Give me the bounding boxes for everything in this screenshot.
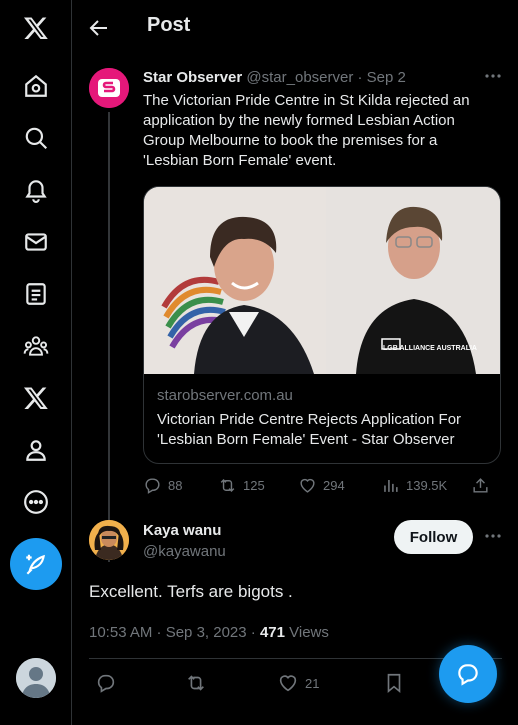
author-name[interactable]: Star Observer [143, 69, 242, 86]
bookmark-button[interactable] [383, 672, 405, 694]
account-avatar[interactable] [16, 658, 56, 698]
more-options-icon[interactable] [483, 526, 503, 546]
compose-button[interactable] [10, 538, 62, 590]
messages-fab[interactable] [439, 645, 497, 703]
more-options-icon[interactable] [483, 66, 503, 86]
premium-icon[interactable] [18, 380, 54, 416]
share-icon [473, 478, 488, 493]
photo-right: LGB ALLIANCE AUSTRALIA [326, 187, 500, 374]
views-button[interactable]: 139.5K [381, 476, 447, 495]
card-image: LGB ALLIANCE AUSTRALIA [144, 187, 500, 374]
repost-button[interactable]: 125 [218, 476, 265, 495]
heart-icon [300, 478, 315, 493]
reply-button[interactable] [95, 672, 117, 694]
like-button[interactable]: 21 [277, 672, 319, 694]
share-button[interactable] [471, 476, 490, 495]
reply-button[interactable]: 88 [143, 476, 182, 495]
sidebar-nav [0, 0, 72, 725]
reply-icon [145, 478, 160, 494]
heart-icon [279, 675, 297, 692]
divider [89, 658, 502, 659]
shirt-text: LGB ALLIANCE AUSTRALIA [383, 345, 477, 352]
like-button[interactable]: 294 [298, 476, 345, 495]
lists-icon[interactable] [18, 276, 54, 312]
repost-button[interactable] [185, 672, 207, 694]
timestamp-text: 10:53 AM · Sep 3, 2023 · [89, 624, 260, 641]
author-handle[interactable]: @kayawanu [143, 543, 226, 560]
page-title: Post [147, 14, 191, 36]
tweet-date[interactable]: · Sep 2 [358, 69, 406, 86]
star-observer-avatar[interactable] [89, 68, 129, 108]
author-handle[interactable]: @star_observer [246, 69, 353, 86]
tweet-text: Excellent. Terfs are bigots . [89, 582, 293, 601]
chat-bubble-icon [458, 664, 478, 686]
notifications-icon[interactable] [18, 172, 54, 208]
view-count: 139.5K [406, 478, 448, 493]
compose-icon [26, 554, 45, 575]
card-title: Victorian Pride Centre Rejects Applicati… [157, 411, 462, 448]
tweet-text: The Victorian Pride Centre in St Kilda r… [143, 92, 470, 169]
reply-count: 88 [168, 478, 183, 493]
bookmark-icon [387, 673, 401, 694]
home-icon[interactable] [18, 68, 54, 104]
follow-button[interactable]: Follow [394, 520, 473, 554]
parent-tweet-header: Star Observer @star_observer · Sep 2 [143, 69, 406, 86]
card-domain: starobserver.com.au [157, 387, 293, 404]
tweet-timestamp[interactable]: 10:53 AM · Sep 3, 2023 · 471 Views [89, 624, 329, 641]
back-arrow-icon[interactable] [87, 16, 111, 40]
views-count: 471 [259, 624, 285, 641]
link-card[interactable]: LGB ALLIANCE AUSTRALIA starobserver.com.… [143, 186, 501, 464]
author-name[interactable]: Kaya wanu [143, 522, 221, 539]
views-label: Views [284, 624, 329, 641]
like-count: 21 [305, 675, 320, 691]
thread-line [108, 112, 110, 562]
photo-left [144, 187, 326, 374]
messages-icon[interactable] [18, 224, 54, 260]
repost-count: 125 [243, 478, 265, 493]
search-icon[interactable] [18, 120, 54, 156]
repost-icon [220, 478, 235, 493]
analytics-icon [384, 479, 398, 492]
profile-icon[interactable] [18, 432, 54, 468]
parent-tweet-actions: 88 125 294 139.5K [143, 476, 491, 500]
repost-icon [188, 675, 204, 691]
kaya-wanu-avatar[interactable] [89, 520, 129, 560]
x-logo-icon[interactable] [18, 10, 54, 46]
page-header: Post [73, 0, 518, 56]
reply-icon [97, 674, 115, 693]
more-icon[interactable] [18, 484, 54, 520]
like-count: 294 [323, 478, 345, 493]
communities-icon[interactable] [18, 328, 54, 364]
